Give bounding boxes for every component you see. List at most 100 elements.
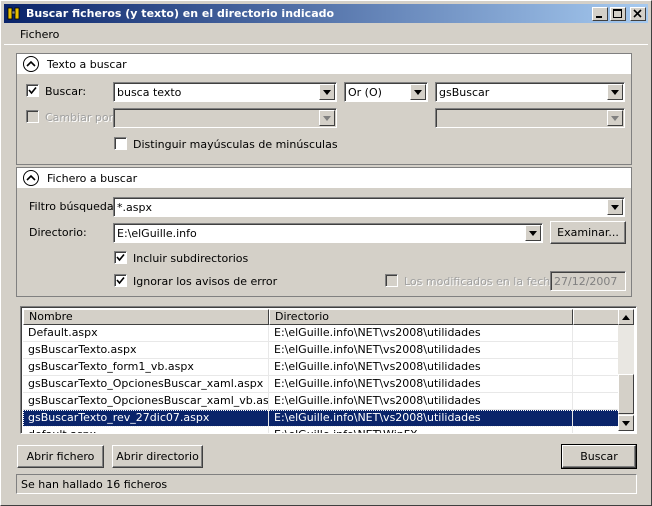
column-filler	[573, 309, 619, 325]
cell-nombre: default.aspx	[23, 427, 269, 433]
texto-panel-header: Texto a buscar	[17, 54, 631, 75]
variable-combo[interactable]: gsBuscar	[435, 82, 625, 102]
fichero-collapse-button[interactable]	[23, 170, 39, 186]
variable-dropdown-button[interactable]	[607, 84, 623, 100]
directorio-label: Directorio:	[29, 226, 87, 239]
table-row[interactable]: gsBuscarTexto_OpcionesBuscar_xaml.aspx E:…	[23, 376, 620, 393]
minimize-button[interactable]	[592, 6, 608, 21]
subdir-checkbox[interactable]	[114, 251, 127, 264]
fichero-panel-title: Fichero a buscar	[47, 171, 138, 185]
cambiar-variable-dropdown-button[interactable]	[607, 110, 623, 126]
modificados-checkbox[interactable]	[385, 274, 398, 287]
cambiar-variable-combo[interactable]	[435, 108, 625, 128]
case-checkbox[interactable]	[114, 137, 127, 150]
scroll-down-button[interactable]	[618, 415, 634, 431]
column-directorio[interactable]: Directorio	[269, 309, 573, 325]
operator-value: Or (O)	[348, 85, 382, 99]
cell-directorio: E:\elGuille.info\NET\vs2008\utilidades	[269, 359, 573, 375]
buscar-checkbox[interactable]	[26, 84, 39, 97]
directorio-dropdown-button[interactable]	[525, 225, 541, 241]
buscar-button[interactable]: Buscar	[561, 444, 637, 469]
table-row[interactable]: Default.aspx E:\elGuille.info\NET\vs2008\…	[23, 325, 620, 342]
menu-fichero[interactable]: Fichero	[4, 26, 71, 43]
cell-directorio: E:\elGuille.info\NET\vs2008\utilidades	[269, 376, 573, 392]
filtro-dropdown-button[interactable]	[607, 199, 623, 215]
cambiar-label: Cambiar por:	[45, 111, 117, 124]
scroll-thumb[interactable]	[618, 374, 634, 414]
cambiar-dropdown-button[interactable]	[319, 110, 335, 126]
cell-directorio: E:\elGuille.info\NET\vs2008\utilidades	[269, 342, 573, 358]
cell-nombre: gsBuscarTexto_OpcionesBuscar_xaml.aspx	[23, 376, 269, 392]
fichero-panel-header: Fichero a buscar	[17, 168, 631, 189]
chevron-down-icon	[414, 89, 422, 95]
column-nombre[interactable]: Nombre	[23, 309, 269, 325]
table-row[interactable]: gsBuscarTexto_rev_27dic07.aspx E:\elGuill…	[23, 410, 620, 427]
variable-value: gsBuscar	[439, 85, 490, 99]
main-window: Buscar ficheros (y texto) en el director…	[0, 0, 652, 506]
cambiar-checkbox[interactable]	[26, 110, 39, 123]
ignorar-label: Ignorar los avisos de error	[133, 275, 278, 288]
directorio-combo[interactable]: E:\elGuille.info	[113, 223, 543, 243]
results-header: Nombre Directorio	[23, 309, 619, 325]
abrir-directorio-button[interactable]: Abrir directorio	[112, 445, 203, 468]
cell-directorio: E:\elGuille.info\NET\vs2008\utilidades	[269, 393, 573, 409]
chevron-down-icon	[323, 89, 331, 95]
results-listview[interactable]: Nombre Directorio Default.aspx E:\elGuill…	[20, 306, 637, 434]
filtro-label: Filtro búsqueda:	[29, 200, 118, 213]
cell-directorio: E:\elGuille.info\NET\WinFX	[269, 427, 573, 433]
buscar-combo[interactable]: busca texto	[113, 82, 337, 102]
filtro-value: *.aspx	[117, 200, 152, 214]
buscar-value: busca texto	[117, 85, 182, 99]
cambiar-combo[interactable]	[113, 108, 337, 128]
maximize-button[interactable]	[610, 6, 626, 21]
examinar-button[interactable]: Examinar...	[550, 221, 626, 244]
operator-dropdown-button[interactable]	[410, 84, 426, 100]
chevron-down-icon	[323, 115, 331, 121]
subdir-label: Incluir subdirectorios	[133, 252, 249, 265]
cell-directorio: E:\elGuille.info\NET\vs2008\utilidades	[269, 410, 573, 426]
results-rows: Default.aspx E:\elGuille.info\NET\vs2008\…	[23, 325, 620, 433]
arrow-down-icon	[622, 420, 630, 426]
filtro-combo[interactable]: *.aspx	[113, 197, 625, 217]
table-row[interactable]: default.aspxE:\elGuille.info\NET\WinFX	[23, 427, 620, 433]
checkmark-icon	[116, 253, 125, 262]
close-button[interactable]	[630, 6, 646, 21]
buscar-dropdown-button[interactable]	[319, 84, 335, 100]
menu-bar: Fichero	[4, 25, 648, 45]
chevron-down-icon	[529, 230, 537, 236]
directorio-value: E:\elGuille.info	[117, 226, 197, 240]
scroll-up-button[interactable]	[618, 309, 634, 325]
table-row[interactable]: gsBuscarTexto_OpcionesBuscar_xaml_vb.asp…	[23, 393, 620, 410]
chevron-up-icon	[26, 174, 36, 181]
cell-nombre: Default.aspx	[23, 325, 269, 341]
case-label: Distinguir mayúsculas de minúsculas	[133, 138, 338, 151]
title-bar[interactable]: Buscar ficheros (y texto) en el director…	[4, 4, 648, 23]
chevron-up-icon	[26, 60, 36, 67]
checkmark-icon	[28, 86, 37, 95]
fecha-value: 27/12/2007	[554, 274, 618, 288]
modificados-label: Los modificados en la fecha:	[404, 275, 561, 288]
texto-panel-title: Texto a buscar	[47, 57, 127, 71]
cell-nombre: gsBuscarTexto_OpcionesBuscar_xaml_vb.asp…	[23, 393, 269, 409]
operator-combo[interactable]: Or (O)	[344, 82, 428, 102]
checkmark-icon	[116, 276, 125, 285]
chevron-down-icon	[611, 89, 619, 95]
ignorar-checkbox[interactable]	[114, 274, 127, 287]
close-icon	[633, 8, 642, 18]
binoculars-icon	[7, 7, 20, 19]
buscar-label: Buscar:	[45, 85, 87, 98]
arrow-up-icon	[622, 314, 630, 320]
cell-nombre: gsBuscarTexto_form1_vb.aspx	[23, 359, 269, 375]
texto-collapse-button[interactable]	[23, 56, 39, 72]
fecha-input[interactable]: 27/12/2007	[550, 271, 626, 291]
chevron-down-icon	[611, 204, 619, 210]
abrir-fichero-button[interactable]: Abrir fichero	[17, 445, 104, 468]
cell-nombre: gsBuscarTexto_rev_27dic07.aspx	[23, 410, 269, 426]
table-row[interactable]: gsBuscarTexto.aspx E:\elGuille.info\NET\v…	[23, 342, 620, 359]
results-scrollbar[interactable]	[618, 309, 634, 431]
cell-directorio: E:\elGuille.info\NET\vs2008\utilidades	[269, 325, 573, 341]
chevron-down-icon	[611, 115, 619, 121]
table-row[interactable]: gsBuscarTexto_form1_vb.aspx E:\elGuille.i…	[23, 359, 620, 376]
cell-nombre: gsBuscarTexto.aspx	[23, 342, 269, 358]
window-title: Buscar ficheros (y texto) en el director…	[26, 7, 335, 20]
